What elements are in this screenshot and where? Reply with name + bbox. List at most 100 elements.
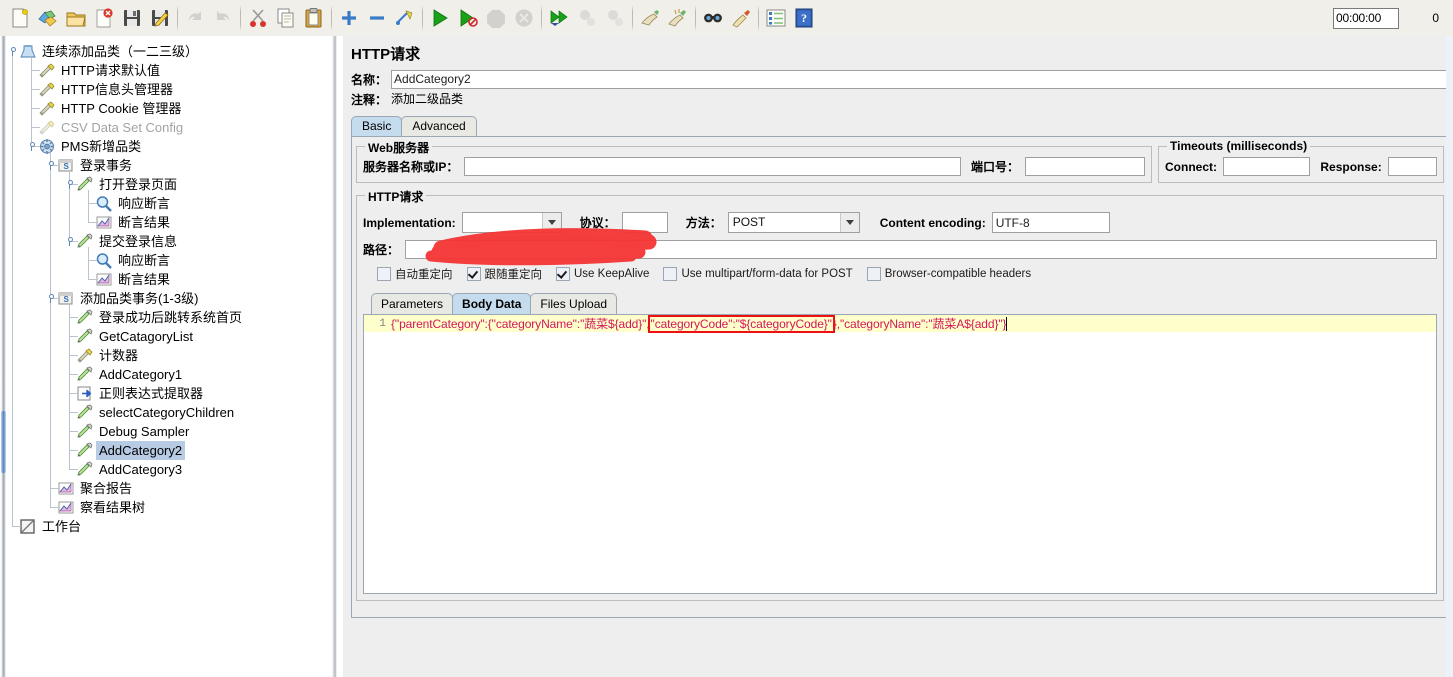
undo-icon[interactable]	[182, 5, 208, 31]
tree-node-label: 察看结果树	[80, 500, 146, 515]
tree-expand-handle[interactable]	[65, 237, 74, 246]
start-no-timers-icon[interactable]	[455, 5, 481, 31]
tree-node[interactable]: Debug Sampler	[7, 422, 329, 441]
save-as-icon[interactable]	[147, 5, 173, 31]
tree-node[interactable]: 计数器	[7, 346, 329, 365]
body-data-editor[interactable]: 1 {"parentCategory":{"categoryName":"蔬菜$…	[364, 315, 1436, 593]
checkbox-box[interactable]	[866, 267, 881, 281]
close-icon[interactable]	[91, 5, 117, 31]
clear-all-icon[interactable]	[665, 5, 691, 31]
tree-node[interactable]: 登录成功后跳转系统首页	[7, 308, 329, 327]
test-plan-tree[interactable]: 连续添加品类（一二三级） HTTP请求默认值 HTTP信息头管理器 HTTP Cook…	[7, 36, 329, 536]
tree-node[interactable]: 断言结果	[7, 213, 329, 232]
tree-expand-handle[interactable]	[8, 47, 17, 56]
tab-basic[interactable]: Basic	[351, 116, 403, 136]
checkbox-browser-compatible-headers[interactable]: Browser-compatible headers	[866, 267, 1031, 281]
search-reset-icon[interactable]	[728, 5, 754, 31]
remote-start-all-icon[interactable]	[546, 5, 572, 31]
tree-expand-handle[interactable]	[65, 180, 74, 189]
main-tabstrip[interactable]: Basic Advanced	[351, 116, 1451, 136]
tab-files-upload[interactable]: Files Upload	[530, 293, 618, 314]
checkbox-box[interactable]	[663, 267, 678, 281]
config-icon	[38, 62, 56, 79]
toolbar-separator	[758, 5, 759, 31]
splitter-thumb[interactable]	[1, 411, 6, 473]
tree-node[interactable]: GetCatagoryList	[7, 327, 329, 346]
checkbox-use-multipart[interactable]: Use multipart/form-data for POST	[663, 267, 853, 281]
chevron-down-icon[interactable]	[541, 213, 561, 232]
tree-node[interactable]: HTTP请求默认值	[7, 61, 329, 80]
save-icon[interactable]	[119, 5, 145, 31]
collapse-all-icon[interactable]	[364, 5, 390, 31]
remote-stop-all-icon[interactable]	[574, 5, 600, 31]
assertion-icon	[95, 252, 113, 269]
new-icon[interactable]	[7, 5, 33, 31]
content-encoding-input[interactable]: UTF-8	[991, 212, 1110, 233]
tree-content-splitter[interactable]	[329, 36, 343, 677]
tab-parameters[interactable]: Parameters	[371, 293, 454, 314]
tree-expand-handle[interactable]	[46, 294, 55, 303]
copy-icon[interactable]	[273, 5, 299, 31]
clear-icon[interactable]	[637, 5, 663, 31]
start-icon[interactable]	[427, 5, 453, 31]
cut-icon[interactable]	[245, 5, 271, 31]
redo-icon[interactable]	[210, 5, 236, 31]
tree-node[interactable]: AddCategory1	[7, 365, 329, 384]
comment-input[interactable]: 添加二级品类	[391, 91, 1449, 108]
response-timeout-input[interactable]	[1387, 157, 1437, 176]
tree-node[interactable]: AddCategory3	[7, 460, 329, 479]
window-left-splitter[interactable]	[0, 36, 7, 677]
name-input[interactable]: AddCategory2	[391, 70, 1449, 89]
tab-body-data[interactable]: Body Data	[452, 293, 532, 314]
protocol-input[interactable]	[621, 212, 668, 233]
open-icon[interactable]	[63, 5, 89, 31]
server-name-input[interactable]	[464, 157, 961, 176]
tree-node[interactable]: 正则表达式提取器	[7, 384, 329, 403]
editor-line[interactable]: 1 {"parentCategory":{"categoryName":"蔬菜$…	[364, 315, 1436, 333]
shutdown-icon[interactable]	[511, 5, 537, 31]
port-input[interactable]	[1025, 157, 1145, 176]
tree-node[interactable]: 响应断言	[7, 194, 329, 213]
checkbox-box[interactable]	[377, 267, 391, 281]
tree-node[interactable]: AddCategory2	[7, 441, 329, 460]
body-data-editor-container[interactable]: 1 {"parentCategory":{"categoryName":"蔬菜$…	[363, 314, 1437, 594]
tree-node[interactable]: CSV Data Set Config	[7, 118, 329, 137]
server-name-label: 服务器名称或IP：	[363, 160, 459, 174]
tree-node[interactable]: 工作台	[7, 517, 329, 536]
tree-node[interactable]: PMS新增品类	[7, 137, 329, 156]
tree-expand-handle[interactable]	[46, 161, 55, 170]
checkbox-use-keepalive[interactable]: Use KeepAlive	[556, 267, 649, 281]
paste-icon[interactable]	[301, 5, 327, 31]
checkbox-box[interactable]	[556, 267, 570, 281]
data-tabstrip[interactable]: Parameters Body Data Files Upload	[371, 293, 618, 314]
checkbox-auto-redirect[interactable]: 自动重定向	[377, 266, 453, 282]
stop-icon[interactable]	[483, 5, 509, 31]
expand-all-icon[interactable]	[336, 5, 362, 31]
tree-node[interactable]: 响应断言	[7, 251, 329, 270]
remote-shutdown-all-icon[interactable]	[602, 5, 628, 31]
help-icon[interactable]: ?	[791, 5, 817, 31]
tree-node[interactable]: 连续添加品类（一二三级）	[7, 42, 329, 61]
tree-node[interactable]: selectCategoryChildren	[7, 403, 329, 422]
sampler-icon	[76, 309, 94, 326]
connect-timeout-input[interactable]	[1223, 157, 1311, 176]
toggle-icon[interactable]	[392, 5, 418, 31]
tree-node[interactable]: 提交登录信息	[7, 232, 329, 251]
search-icon[interactable]	[700, 5, 726, 31]
method-select[interactable]: POST	[727, 212, 860, 233]
tree-node[interactable]: HTTP Cookie 管理器	[7, 99, 329, 118]
checkbox-follow-redirect[interactable]: 跟随重定向	[466, 266, 542, 282]
checkbox-box[interactable]	[466, 267, 481, 281]
chevron-down-icon[interactable]	[839, 213, 859, 232]
path-input[interactable]	[405, 240, 1437, 259]
tree-node[interactable]: HTTP信息头管理器	[7, 80, 329, 99]
function-helper-icon[interactable]	[763, 5, 789, 31]
tree-node[interactable]: 打开登录页面	[7, 175, 329, 194]
implementation-select[interactable]	[461, 212, 562, 233]
templates-icon[interactable]	[35, 5, 61, 31]
tree-expand-handle[interactable]	[27, 142, 36, 151]
text-caret	[1006, 316, 1008, 331]
test-plan-tree-panel[interactable]: 连续添加品类（一二三级） HTTP请求默认值 HTTP信息头管理器 HTTP Cook…	[7, 36, 330, 677]
tree-node[interactable]: 断言结果	[7, 270, 329, 289]
tab-advanced[interactable]: Advanced	[401, 116, 477, 136]
